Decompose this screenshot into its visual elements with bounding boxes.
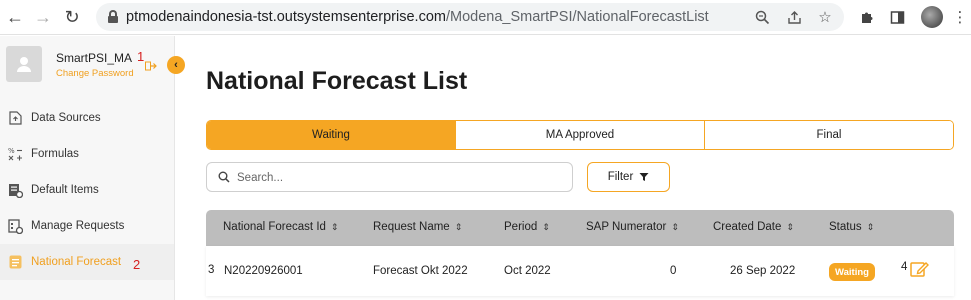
- sort-icon[interactable]: ⇕: [455, 222, 463, 232]
- table-header: National Forecast Id ⇕ Request Name ⇕ Peri…: [206, 210, 954, 246]
- document-icon: [8, 111, 23, 126]
- chevron-left-icon: ‹: [174, 59, 178, 71]
- math-operators-icon: %: [8, 147, 23, 162]
- logout-icon[interactable]: [145, 58, 157, 71]
- forecast-doc-icon: [8, 255, 23, 270]
- requests-settings-icon: [8, 218, 23, 234]
- column-label: National Forecast Id: [223, 221, 326, 233]
- user-icon: [17, 57, 31, 72]
- sort-icon[interactable]: ⇕: [542, 222, 550, 232]
- back-icon[interactable]: ←: [4, 6, 26, 28]
- sort-icon[interactable]: ⇕: [867, 222, 875, 232]
- user-name: SmartPSI_MA: [56, 51, 133, 65]
- sidebar-item-label: Data Sources: [31, 112, 101, 124]
- sidebar-item-national-forecast[interactable]: National Forecast: [0, 244, 174, 280]
- url-host: ptmodenaindonesia-tst.outsystemsenterpri…: [126, 9, 446, 25]
- annotation-3: 3: [208, 264, 215, 276]
- page-title: National Forecast List: [206, 67, 468, 95]
- extensions-icon[interactable]: [856, 7, 876, 27]
- cell-sap-numerator: 0: [670, 265, 677, 277]
- sidebar-item-formulas[interactable]: % Formulas: [0, 136, 174, 172]
- column-label: SAP Numerator: [586, 221, 667, 233]
- lock-icon[interactable]: [108, 10, 118, 23]
- column-label: Request Name: [373, 221, 450, 233]
- column-label: Status: [829, 221, 862, 233]
- forward-icon[interactable]: →: [32, 6, 54, 28]
- column-header-request-name[interactable]: Request Name ⇕: [373, 221, 462, 233]
- filter-button[interactable]: Filter: [587, 162, 670, 192]
- search-box: [206, 162, 573, 192]
- annotation-1: 1: [137, 49, 145, 64]
- sidebar-item-label: National Forecast: [31, 256, 122, 268]
- annotation-4: 4: [901, 261, 908, 273]
- column-header-created-date[interactable]: Created Date ⇕: [713, 221, 794, 233]
- sidebar-item-default-items[interactable]: Default Items: [0, 172, 174, 208]
- column-header-period[interactable]: Period ⇕: [504, 221, 550, 233]
- sidebar-item-label: Formulas: [31, 148, 79, 160]
- svg-text:%: %: [8, 147, 15, 155]
- cell-request-name: Forecast Okt 2022: [373, 265, 468, 277]
- share-icon[interactable]: [784, 7, 804, 27]
- collapse-sidebar-button[interactable]: ‹: [167, 56, 185, 74]
- address-bar[interactable]: ptmodenaindonesia-tst.outsystemsenterpri…: [96, 3, 844, 31]
- sidebar-item-label: Default Items: [31, 184, 99, 196]
- column-label: Created Date: [713, 221, 782, 233]
- funnel-icon: [639, 173, 649, 181]
- sidebar-panel-icon[interactable]: [887, 7, 907, 27]
- tab-ma-approved[interactable]: MA Approved: [456, 121, 705, 149]
- search-icon: [218, 171, 230, 183]
- status-tabs: Waiting MA Approved Final: [206, 120, 954, 150]
- sidebar-item-data-sources[interactable]: Data Sources: [0, 100, 174, 136]
- column-label: Period: [504, 221, 538, 233]
- reload-icon[interactable]: ↻: [61, 6, 83, 28]
- star-icon[interactable]: ☆: [815, 7, 835, 27]
- column-header-sap-numerator[interactable]: SAP Numerator ⇕: [586, 221, 679, 233]
- edit-icon[interactable]: [910, 260, 930, 278]
- filter-label: Filter: [607, 171, 634, 183]
- table-row[interactable]: 3 N20220926001 Forecast Okt 2022 Oct 202…: [206, 246, 954, 296]
- sort-icon[interactable]: ⇕: [786, 222, 794, 232]
- zoom-icon[interactable]: [752, 7, 772, 27]
- tab-final[interactable]: Final: [705, 121, 953, 149]
- column-header-national-forecast-id[interactable]: National Forecast Id ⇕: [223, 221, 338, 233]
- profile-avatar[interactable]: [921, 6, 943, 28]
- more-icon[interactable]: ⋮: [950, 7, 970, 27]
- sidebar: SmartPSI_MA 1 Change Password Data Sourc…: [0, 36, 175, 300]
- change-password-link[interactable]: Change Password: [56, 68, 134, 79]
- url-path: /Modena_SmartPSI/NationalForecastList: [445, 9, 709, 25]
- sort-icon[interactable]: ⇕: [331, 222, 339, 232]
- tab-waiting[interactable]: Waiting: [207, 121, 456, 149]
- search-input[interactable]: [237, 169, 557, 187]
- sort-icon[interactable]: ⇕: [671, 222, 679, 232]
- column-header-status[interactable]: Status ⇕: [829, 221, 874, 233]
- annotation-2: 2: [133, 257, 141, 272]
- sidebar-item-label: Manage Requests: [31, 220, 125, 232]
- sidebar-item-manage-requests[interactable]: Manage Requests: [0, 208, 174, 244]
- items-settings-icon: [8, 183, 23, 198]
- cell-created-date: 26 Sep 2022: [730, 265, 796, 277]
- cell-national-forecast-id: N20220926001: [224, 265, 303, 277]
- url-text: ptmodenaindonesia-tst.outsystemsenterpri…: [126, 9, 709, 25]
- status-badge: Waiting: [829, 263, 875, 281]
- avatar: [6, 46, 42, 82]
- browser-toolbar: ← → ↻ ptmodenaindonesia-tst.outsystemsen…: [0, 0, 971, 35]
- cell-period: Oct 2022: [504, 265, 551, 277]
